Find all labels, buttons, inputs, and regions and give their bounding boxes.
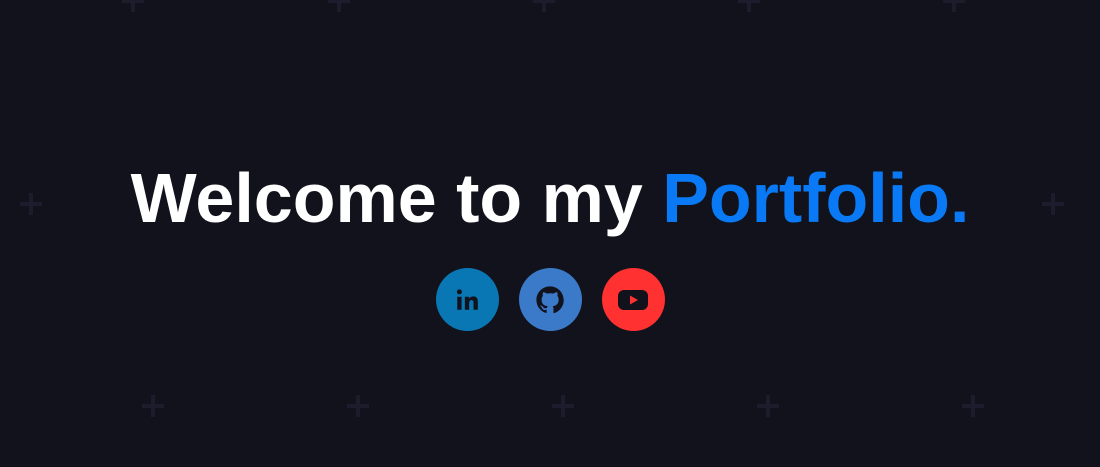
github-link[interactable] (518, 268, 582, 331)
background-plus-decoration (943, 0, 965, 12)
headline-main-text: Welcome to my (130, 159, 663, 237)
youtube-link[interactable] (601, 268, 665, 331)
linkedin-icon (456, 288, 478, 310)
background-plus-decoration (533, 0, 555, 12)
background-plus-decoration (552, 395, 574, 417)
background-plus-decoration (962, 395, 984, 417)
background-plus-decoration (738, 0, 760, 12)
background-plus-decoration (347, 395, 369, 417)
hero-headline: Welcome to my Portfolio. (0, 156, 1100, 240)
youtube-icon (618, 289, 648, 310)
hero-section: Welcome to my Portfolio. (0, 156, 1100, 240)
background-plus-decoration (328, 0, 350, 12)
background-plus-decoration (142, 395, 164, 417)
background-plus-decoration (122, 0, 144, 12)
background-plus-decoration (757, 395, 779, 417)
headline-accent-text: Portfolio. (662, 159, 970, 237)
social-links (0, 268, 1100, 331)
linkedin-link[interactable] (435, 268, 499, 331)
github-icon (536, 285, 564, 313)
